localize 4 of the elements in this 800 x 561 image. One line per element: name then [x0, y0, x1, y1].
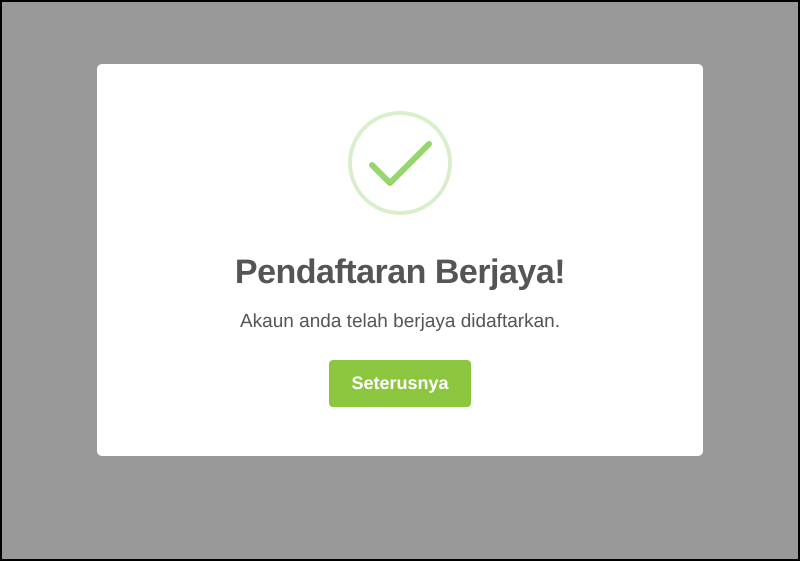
check-circle-icon — [347, 110, 453, 216]
dialog-title: Pendaftaran Berjaya! — [234, 252, 566, 292]
dialog-message: Akaun anda telah berjaya didaftarkan. — [240, 310, 560, 334]
next-button[interactable]: Seterusnya — [329, 360, 471, 407]
